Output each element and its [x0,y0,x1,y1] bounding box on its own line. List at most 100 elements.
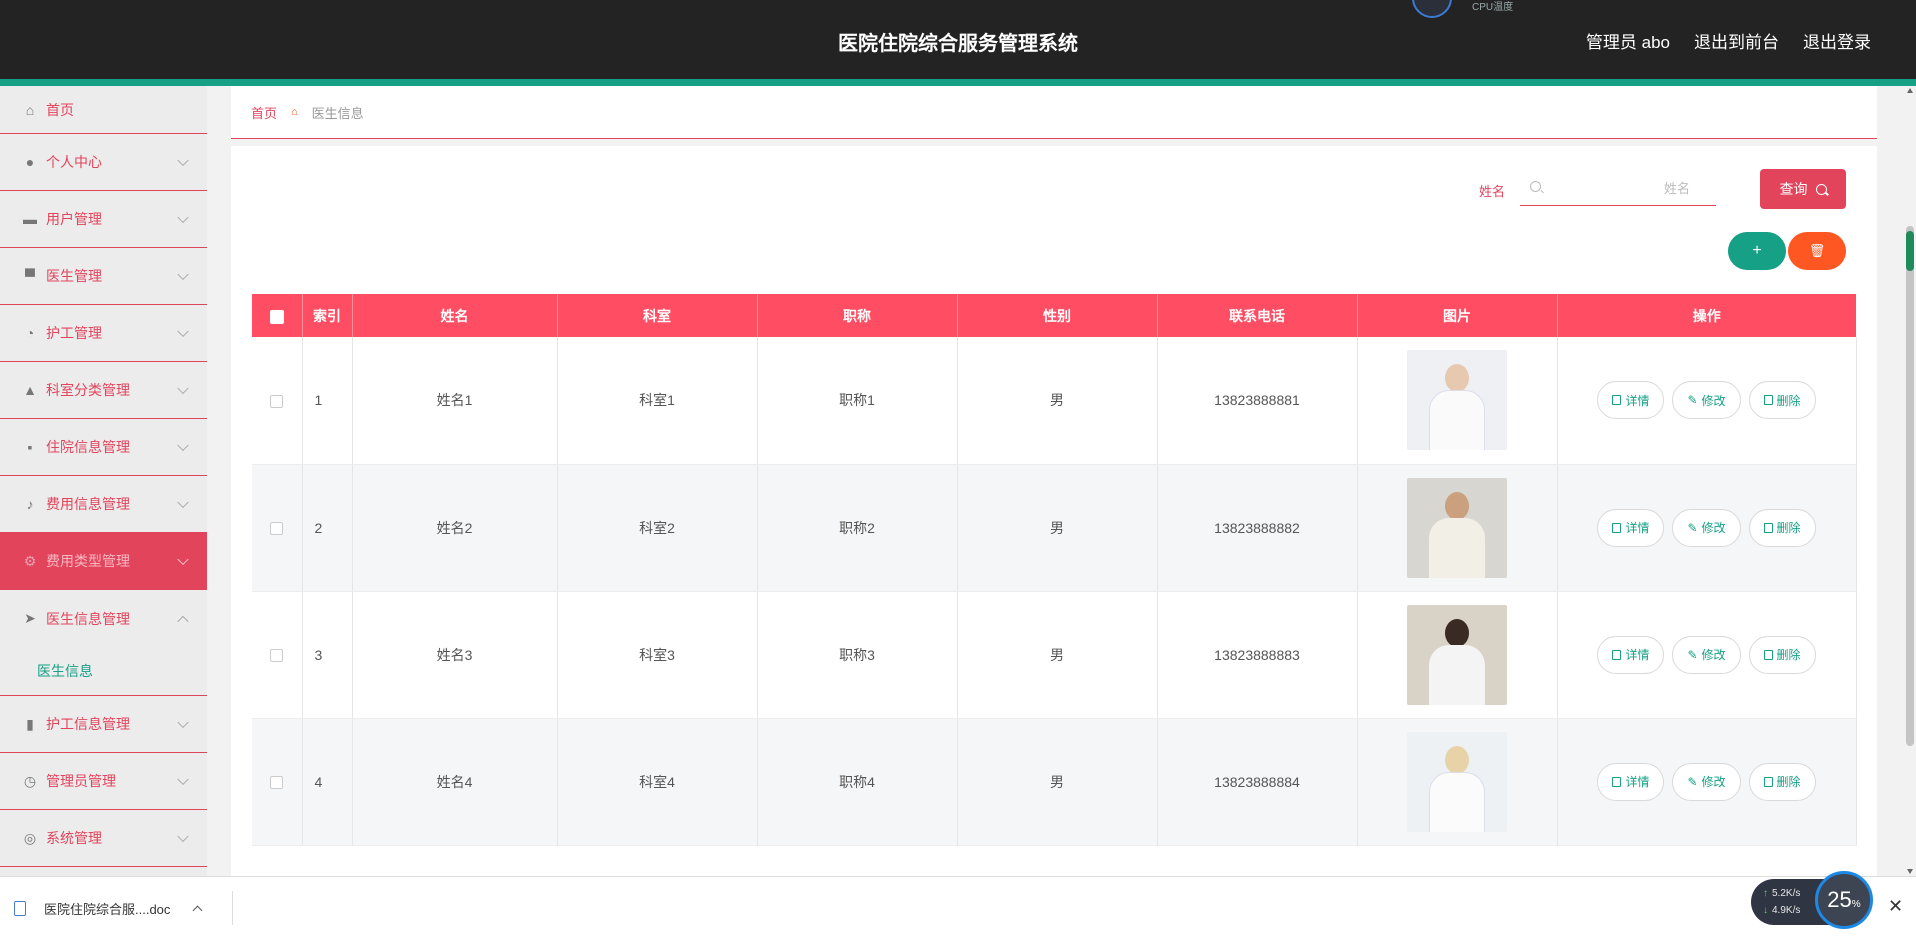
index-cell: 3 [302,591,353,719]
delete-label: 删除 [1776,648,1801,662]
trash-icon [1763,776,1773,787]
sidebar: ⌂ 首页 ● 个人中心 ▬ 用户管理 ▀ 医生管理 ◔ 护工管理 ▲ 科室分类管… [0,86,207,876]
send-icon: ➤ [24,610,36,626]
row-checkbox[interactable] [270,776,284,790]
column-header: 科室 [557,294,758,337]
download-item[interactable]: 医院住院综合服....doc [14,877,203,938]
index-cell: 1 [302,337,353,465]
person-icon: ▲ [23,382,37,398]
pencil-icon: ✎ [1687,774,1698,789]
batch-delete-button[interactable]: 🗑 [1788,232,1846,270]
trash-icon [1763,649,1773,660]
ticket-icon: ▬ [23,211,37,227]
sidebar-item-caregiver-management[interactable]: ◔ 护工管理 [0,305,207,362]
chevron-down-icon [177,268,189,281]
sidebar-item-inpatient-info[interactable]: ▪ 住院信息管理 [0,419,207,476]
close-icon[interactable]: ✕ [1888,896,1903,917]
column-header: 职称 [757,294,958,337]
sidebar-item-label: 用户管理 [46,211,102,227]
sidebar-item-home[interactable]: ⌂ 首页 [0,86,207,134]
page-scrollbar[interactable] [1904,86,1916,876]
phone-cell: 13823888884 [1157,718,1358,846]
chevron-up-icon[interactable] [192,905,203,915]
sidebar-item-doctor-info-management[interactable]: ➤ 医生信息管理 [0,590,207,647]
home-icon: ⌂ [291,106,298,118]
breadcrumb-home-link[interactable]: 首页 [251,103,277,122]
table-row: 4 姓名4 科室4 职称4 男 13823888884 详情 ✎ 修改 删除 [252,718,1857,846]
select-all-checkbox[interactable] [269,309,284,324]
trash-icon: 🗑 [1808,243,1826,258]
scroll-down-icon[interactable] [1907,869,1913,874]
edit-button[interactable]: ✎ 修改 [1672,762,1741,801]
search-label: 姓名 [1479,184,1506,199]
row-checkbox[interactable] [270,395,284,409]
scrollbar-marker [1906,231,1914,271]
gauge-icon: ◔ [25,325,35,341]
column-header: 操作 [1557,294,1856,337]
delete-label: 删除 [1776,393,1801,408]
row-checkbox[interactable] [270,649,284,663]
sidebar-item-fee-info[interactable]: ♪ 费用信息管理 [0,476,207,533]
table-row: 3 姓名3 科室3 职称3 男 13823888883 详情 ✎ 修改 删除 [252,591,1857,719]
pencil-icon: ✎ [1687,520,1698,535]
sidebar-item-label: 科室分类管理 [46,382,130,398]
column-header: 图片 [1357,294,1558,337]
photo-cell [1357,464,1558,592]
delete-button[interactable]: 删除 [1748,508,1816,547]
sidebar-item-label: 护工管理 [46,325,102,341]
row-select-cell [252,718,303,846]
chevron-down-icon [177,716,189,729]
sidebar-item-label: 住院信息管理 [46,439,130,455]
sidebar-item-label: 费用信息管理 [46,496,130,512]
detail-button[interactable]: 详情 [1597,635,1665,674]
sidebar-item-department-category[interactable]: ▲ 科室分类管理 [0,362,207,419]
sidebar-item-personal-center[interactable]: ● 个人中心 [0,134,207,191]
edit-label: 修改 [1701,521,1726,535]
cpu-temp-widget: CPU温度 [1412,0,1522,20]
chevron-down-icon [177,382,189,395]
row-checkbox[interactable] [270,522,284,536]
delete-button[interactable]: 删除 [1748,762,1816,801]
query-button[interactable]: 查询 [1760,169,1846,209]
detail-button[interactable]: 详情 [1597,762,1665,801]
name-search-input[interactable] [1548,178,1710,198]
divider [232,891,233,925]
user-icon: ● [25,154,35,170]
column-header: 性别 [957,294,1158,337]
operations-cell: 详情 ✎ 修改 删除 [1557,591,1857,719]
search-icon [1530,181,1541,192]
admin-user-label[interactable]: 管理员 abo [1586,28,1670,53]
speed-unit: K/s [1785,905,1801,916]
edit-button[interactable]: ✎ 修改 [1672,381,1741,420]
doctor-photo [1407,350,1507,451]
sidebar-item-admin-management[interactable]: ◷ 管理员管理 [0,753,207,810]
detail-label: 详情 [1625,521,1650,535]
delete-button[interactable]: 删除 [1748,381,1816,420]
back-to-frontend-link[interactable]: 退出到前台 [1694,28,1779,53]
logout-link[interactable]: 退出登录 [1803,28,1871,53]
gender-cell: 男 [957,337,1158,465]
mic-icon: ♪ [26,496,34,512]
main-content: 姓名 查询 + 🗑 索引 姓名 科室 职称 性别 联系电话 图片 操作 [231,146,1877,876]
edit-button[interactable]: ✎ 修改 [1672,508,1741,547]
delete-button[interactable]: 删除 [1748,635,1816,674]
chevron-down-icon [177,553,189,566]
sidebar-item-doctor-management[interactable]: ▀ 医生管理 [0,248,207,305]
search-icon [1815,183,1827,195]
sidebar-item-system-management[interactable]: ◎ 系统管理 [0,810,207,867]
photo-cell [1357,591,1558,719]
submenu-item-doctor-info[interactable]: 医生信息 [0,647,207,696]
sidebar-item-fee-type[interactable]: ⚙ 费用类型管理 [0,533,207,590]
scroll-up-icon[interactable] [1907,88,1913,93]
add-button[interactable]: + [1728,232,1786,270]
scrollbar-thumb[interactable] [1906,226,1914,746]
sidebar-item-caregiver-info[interactable]: ▮ 护工信息管理 [0,696,207,753]
edit-button[interactable]: ✎ 修改 [1672,635,1741,674]
detail-button[interactable]: 详情 [1597,508,1665,547]
detail-button[interactable]: 详情 [1597,381,1665,420]
cpu-gauge-icon [1412,0,1452,18]
row-select-cell [252,337,303,465]
usage-percent: 25 [1827,887,1852,912]
doctor-photo [1407,477,1507,578]
sidebar-item-user-management[interactable]: ▬ 用户管理 [0,191,207,248]
